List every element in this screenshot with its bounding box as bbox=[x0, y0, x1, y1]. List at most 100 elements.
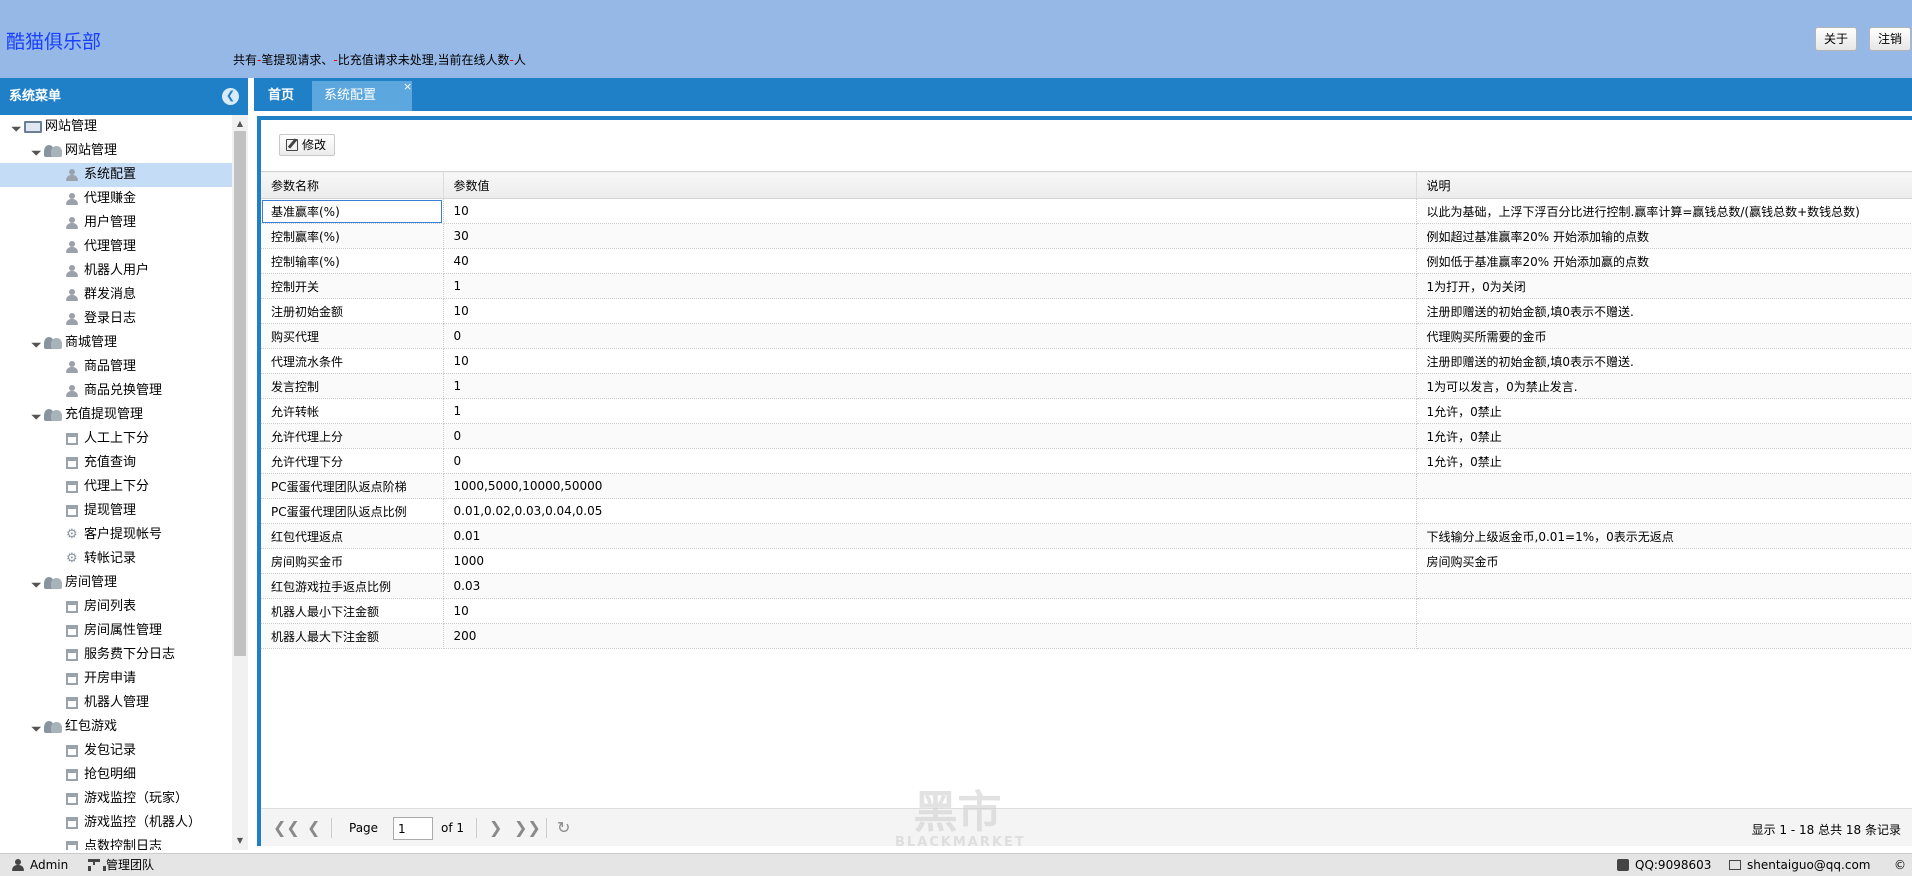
cell-param-value[interactable]: 0 bbox=[443, 323, 1417, 349]
cell-param-value[interactable]: 0.03 bbox=[443, 573, 1417, 599]
tree-item[interactable]: 点数控制日志 bbox=[0, 835, 232, 850]
tree-item[interactable]: 代理上下分 bbox=[0, 475, 232, 499]
cell-param-value[interactable]: 1000,5000,10000,50000 bbox=[443, 473, 1417, 499]
tree-item[interactable]: 发包记录 bbox=[0, 739, 232, 763]
cell-description[interactable]: 下线输分上级返金币,0.01=1%，0表示无返点 bbox=[1416, 523, 1912, 549]
table-row[interactable]: 机器人最大下注金额 200 bbox=[261, 623, 1912, 649]
tree-item[interactable]: ⚙ 客户提现帐号 bbox=[0, 523, 232, 547]
tree-item[interactable]: 群发消息 bbox=[0, 283, 232, 307]
table-row[interactable]: 发言控制 1 1为可以发言，0为禁止发言. bbox=[261, 373, 1912, 399]
table-row[interactable]: 机器人最小下注金额 10 bbox=[261, 598, 1912, 624]
cell-param-name[interactable]: 基准赢率(%) bbox=[261, 198, 444, 224]
cell-description[interactable]: 注册即赠送的初始金额,填0表示不赠送. bbox=[1416, 298, 1912, 324]
cell-param-value[interactable]: 40 bbox=[443, 248, 1417, 274]
table-row[interactable]: PC蛋蛋代理团队返点阶梯 1000,5000,10000,50000 bbox=[261, 473, 1912, 499]
cell-description[interactable]: 1为可以发言，0为禁止发言. bbox=[1416, 373, 1912, 399]
tree-item[interactable]: 代理赚金 bbox=[0, 187, 232, 211]
cell-param-value[interactable]: 10 bbox=[443, 598, 1417, 624]
table-row[interactable]: 基准赢率(%) 10 以此为基础，上浮下浮百分比进行控制.赢率计算=赢钱总数/(赢钱… bbox=[261, 198, 1912, 224]
scroll-up-icon[interactable]: ▲ bbox=[232, 117, 248, 131]
cell-description[interactable]: 注册即赠送的初始金额,填0表示不赠送. bbox=[1416, 348, 1912, 374]
cell-param-name[interactable]: 控制赢率(%) bbox=[261, 223, 444, 249]
tree-item[interactable]: 系统配置 bbox=[0, 163, 232, 187]
table-row[interactable]: 注册初始金额 10 注册即赠送的初始金额,填0表示不赠送. bbox=[261, 298, 1912, 324]
cell-description[interactable] bbox=[1416, 573, 1912, 599]
cell-description[interactable] bbox=[1416, 623, 1912, 649]
cell-param-name[interactable]: 允许代理上分 bbox=[261, 423, 444, 449]
page-number-input[interactable] bbox=[393, 817, 433, 840]
next-page-icon[interactable]: ❯ bbox=[489, 819, 502, 837]
cell-param-name[interactable]: 机器人最大下注金额 bbox=[261, 623, 444, 649]
cell-param-value[interactable]: 0.01 bbox=[443, 523, 1417, 549]
sidebar-scrollbar[interactable]: ▲ ▼ bbox=[232, 115, 248, 850]
tree-item[interactable]: 商品管理 bbox=[0, 355, 232, 379]
cell-param-value[interactable]: 10 bbox=[443, 198, 1417, 224]
refresh-icon[interactable]: ↻ bbox=[557, 819, 570, 837]
cell-description[interactable]: 房间购买金币 bbox=[1416, 548, 1912, 574]
table-row[interactable]: 允许代理上分 0 1允许，0禁止 bbox=[261, 423, 1912, 449]
tree-item[interactable]: 抢包明细 bbox=[0, 763, 232, 787]
tree-folder[interactable]: ◢ 充值提现管理 bbox=[0, 403, 232, 427]
cell-param-name[interactable]: 控制开关 bbox=[261, 273, 444, 299]
collapse-left-icon[interactable]: ❮ bbox=[222, 88, 239, 105]
table-row[interactable]: 红包游戏拉手返点比例 0.03 bbox=[261, 573, 1912, 599]
cell-param-name[interactable]: 机器人最小下注金额 bbox=[261, 598, 444, 624]
scroll-down-icon[interactable]: ▼ bbox=[232, 834, 248, 848]
cell-param-name[interactable]: PC蛋蛋代理团队返点阶梯 bbox=[261, 473, 444, 499]
about-button[interactable]: 关于 bbox=[1815, 27, 1858, 51]
cell-param-value[interactable]: 0.01,0.02,0.03,0.04,0.05 bbox=[443, 498, 1417, 524]
scrollbar-thumb[interactable] bbox=[234, 131, 246, 656]
table-row[interactable]: 红包代理返点 0.01 下线输分上级返金币,0.01=1%，0表示无返点 bbox=[261, 523, 1912, 549]
tree-folder[interactable]: ◢ 网站管理 bbox=[0, 115, 232, 139]
cell-param-value[interactable]: 0 bbox=[443, 448, 1417, 474]
cell-param-value[interactable]: 1 bbox=[443, 273, 1417, 299]
tree-item[interactable]: 服务费下分日志 bbox=[0, 643, 232, 667]
cell-param-value[interactable]: 30 bbox=[443, 223, 1417, 249]
tree-item[interactable]: 游戏监控（机器人） bbox=[0, 811, 232, 835]
cell-param-name[interactable]: 注册初始金额 bbox=[261, 298, 444, 324]
cell-param-name[interactable]: 购买代理 bbox=[261, 323, 444, 349]
tree-item[interactable]: 机器人管理 bbox=[0, 691, 232, 715]
close-icon[interactable]: × bbox=[403, 72, 412, 102]
cell-param-value[interactable]: 0 bbox=[443, 423, 1417, 449]
cell-description[interactable]: 例如超过基准赢率20% 开始添加输的点数 bbox=[1416, 223, 1912, 249]
tree-item[interactable]: 游戏监控（玩家） bbox=[0, 787, 232, 811]
cell-param-value[interactable]: 10 bbox=[443, 298, 1417, 324]
cell-param-value[interactable]: 1 bbox=[443, 373, 1417, 399]
cell-param-value[interactable]: 10 bbox=[443, 348, 1417, 374]
table-row[interactable]: PC蛋蛋代理团队返点比例 0.01,0.02,0.03,0.04,0.05 bbox=[261, 498, 1912, 524]
tree-folder[interactable]: ◢ 房间管理 bbox=[0, 571, 232, 595]
cell-description[interactable] bbox=[1416, 498, 1912, 524]
cell-param-name[interactable]: 允许转帐 bbox=[261, 398, 444, 424]
cell-description[interactable]: 以此为基础，上浮下浮百分比进行控制.赢率计算=赢钱总数/(赢钱总数+数钱总数) bbox=[1416, 198, 1912, 224]
cell-description[interactable] bbox=[1416, 598, 1912, 624]
cell-description[interactable]: 例如低于基准赢率20% 开始添加赢的点数 bbox=[1416, 248, 1912, 274]
table-row[interactable]: 允许代理下分 0 1允许，0禁止 bbox=[261, 448, 1912, 474]
cell-param-name[interactable]: 代理流水条件 bbox=[261, 348, 444, 374]
table-row[interactable]: 代理流水条件 10 注册即赠送的初始金额,填0表示不赠送. bbox=[261, 348, 1912, 374]
tree-folder[interactable]: ◢ 商城管理 bbox=[0, 331, 232, 355]
last-page-icon[interactable]: ❯❯ bbox=[514, 819, 541, 837]
prev-page-icon[interactable]: ❮ bbox=[307, 819, 320, 837]
column-header-description[interactable]: 说明 bbox=[1416, 171, 1912, 199]
cell-description[interactable]: 1允许，0禁止 bbox=[1416, 398, 1912, 424]
cell-param-name[interactable]: 红包代理返点 bbox=[261, 523, 444, 549]
table-row[interactable]: 房间购买金币 1000 房间购买金币 bbox=[261, 548, 1912, 574]
cell-description[interactable] bbox=[1416, 473, 1912, 499]
cell-description[interactable]: 1允许，0禁止 bbox=[1416, 423, 1912, 449]
logout-button[interactable]: 注销 bbox=[1869, 27, 1912, 51]
cell-param-name[interactable]: 允许代理下分 bbox=[261, 448, 444, 474]
cell-param-name[interactable]: 房间购买金币 bbox=[261, 548, 444, 574]
tree-item[interactable]: 人工上下分 bbox=[0, 427, 232, 451]
tree-folder[interactable]: ◢ 网站管理 bbox=[0, 139, 232, 163]
column-header-name[interactable]: 参数名称 bbox=[261, 171, 444, 199]
table-row[interactable]: 控制赢率(%) 30 例如超过基准赢率20% 开始添加输的点数 bbox=[261, 223, 1912, 249]
tree-folder[interactable]: ◢ 红包游戏 bbox=[0, 715, 232, 739]
cell-param-name[interactable]: 发言控制 bbox=[261, 373, 444, 399]
table-row[interactable]: 购买代理 0 代理购买所需要的金币 bbox=[261, 323, 1912, 349]
tree-item[interactable]: 用户管理 bbox=[0, 211, 232, 235]
tree-item[interactable]: 登录日志 bbox=[0, 307, 232, 331]
tree-item[interactable]: 机器人用户 bbox=[0, 259, 232, 283]
table-row[interactable]: 控制开关 1 1为打开，0为关闭 bbox=[261, 273, 1912, 299]
table-row[interactable]: 控制输率(%) 40 例如低于基准赢率20% 开始添加赢的点数 bbox=[261, 248, 1912, 274]
